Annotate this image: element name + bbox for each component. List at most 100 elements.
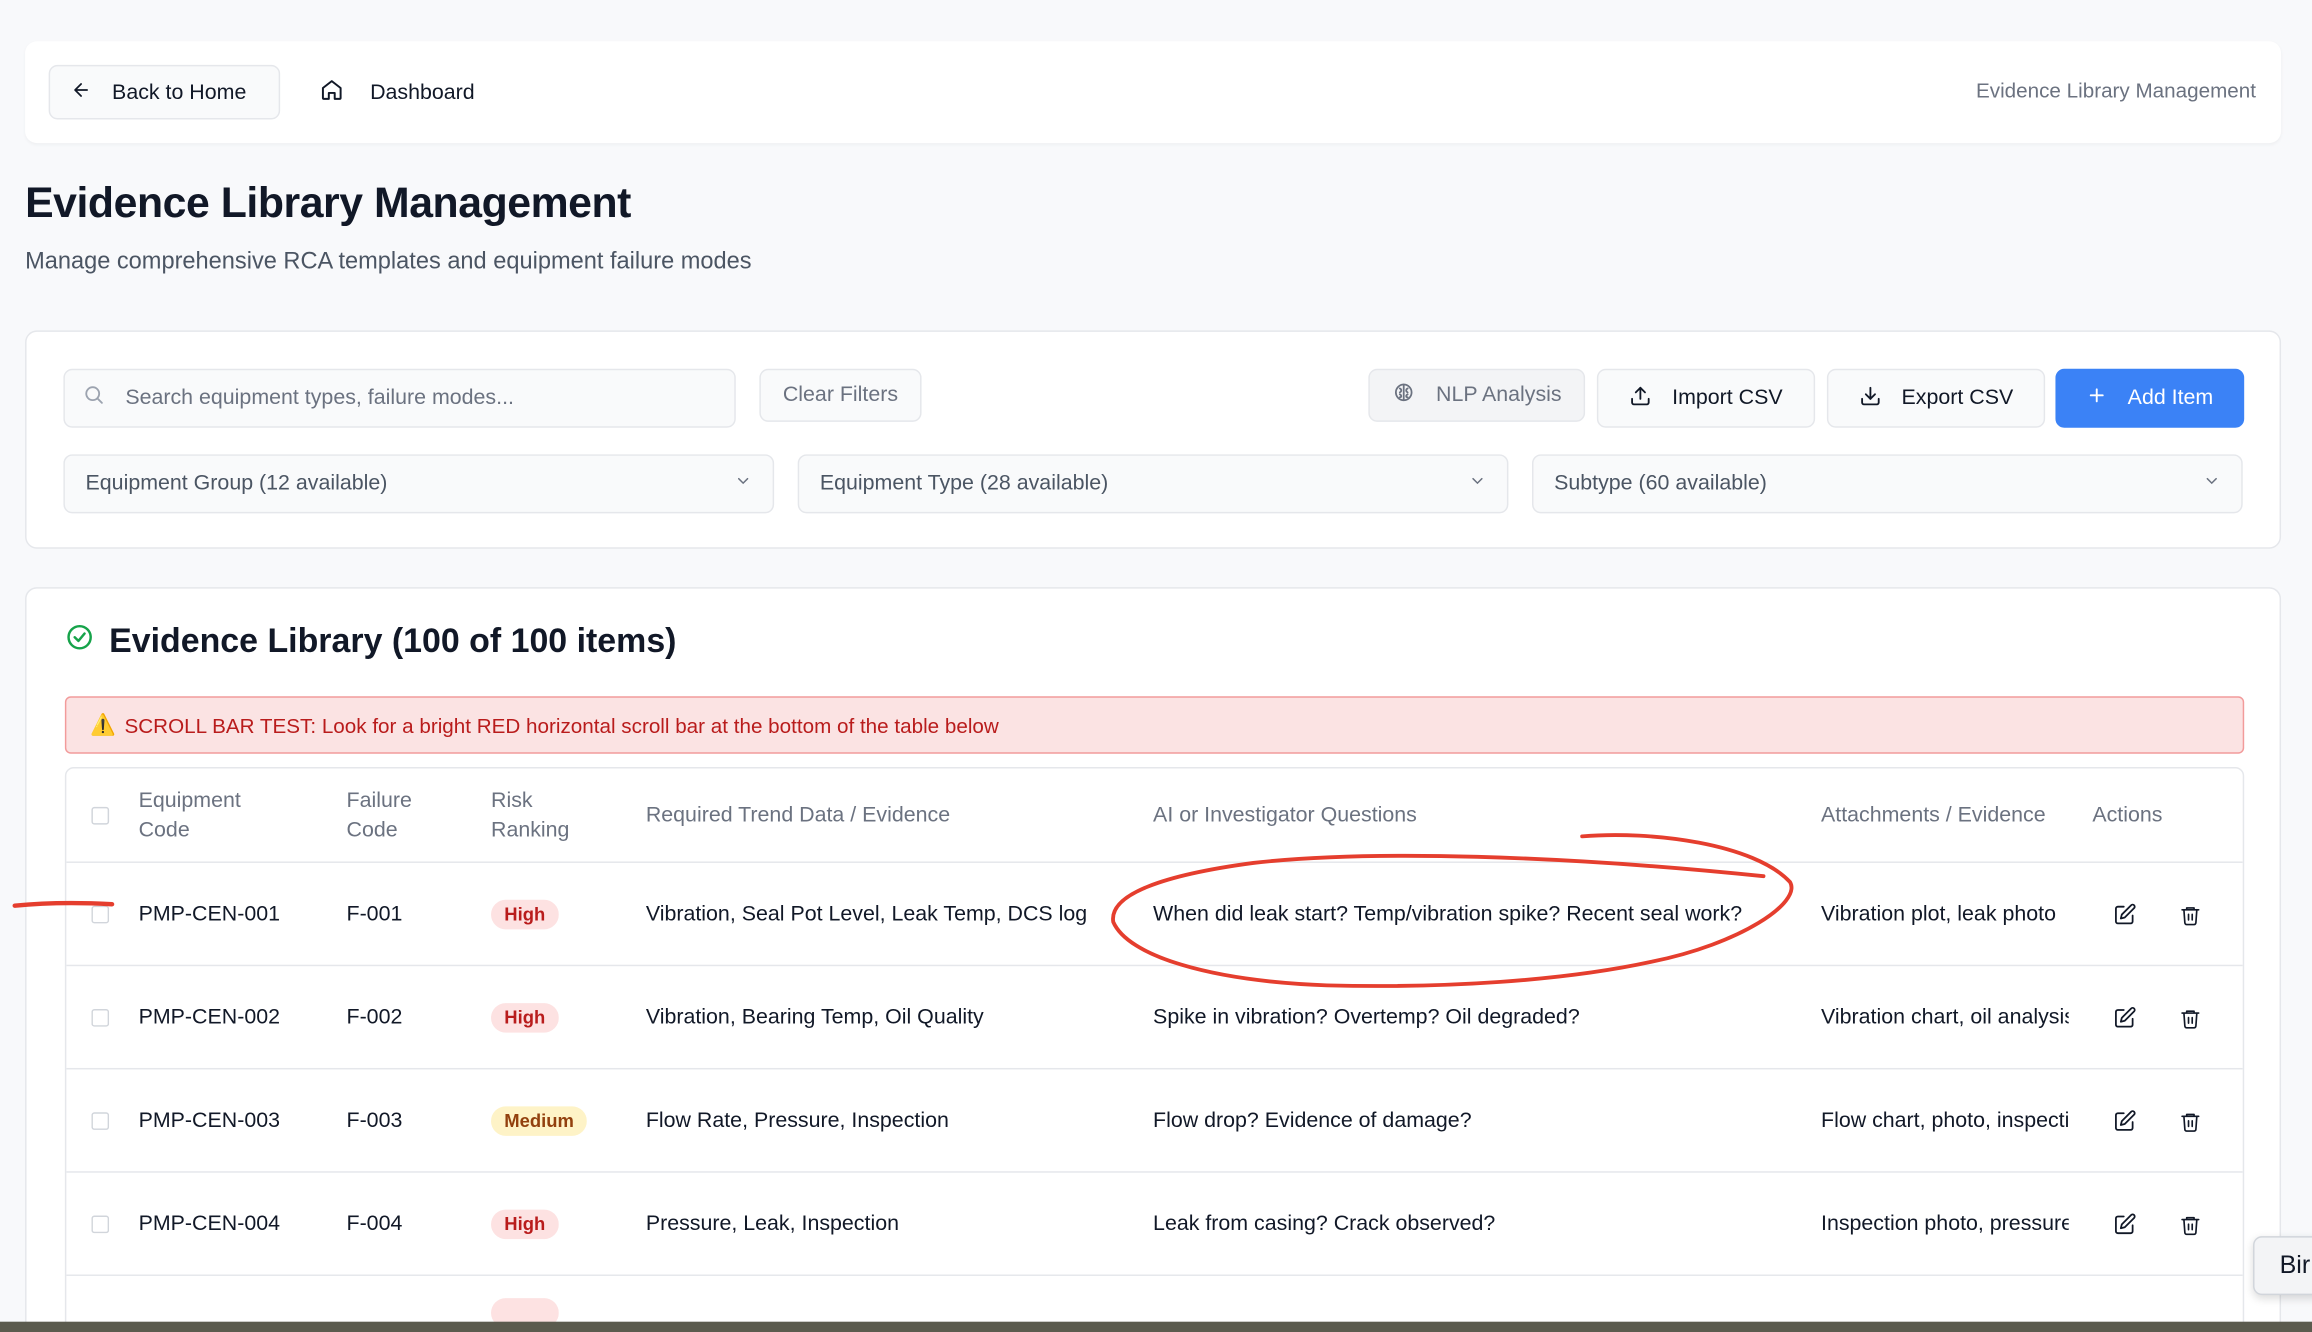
questions-cell: When did leak start? Temp/vibration spik… (1153, 902, 1743, 927)
page-title: Evidence Library Management (25, 179, 631, 228)
failure-code-cell: F-004 (346, 1212, 403, 1237)
attachments-cell: Flow chart, photo, inspection (1821, 1109, 2069, 1133)
arrow-left-icon (71, 79, 92, 106)
questions-cell: Leak from casing? Crack observed? (1153, 1212, 1496, 1237)
equipment-code-cell: PMP-CEN-002 (138, 1006, 280, 1030)
attachments-cell: Vibration chart, oil analysis (1821, 1006, 2069, 1030)
top-nav: Back to Home Dashboard Evidence Library … (25, 41, 2282, 144)
chevron-down-icon (734, 472, 752, 496)
search-box (63, 368, 736, 428)
risk-badge: High (491, 1209, 559, 1240)
dashboard-label: Dashboard (370, 80, 475, 104)
table-row[interactable]: PMP-CEN-004 F-004 High Pressure, Leak, I… (66, 1173, 2243, 1276)
header-failure-code[interactable]: Failure Code (347, 769, 412, 863)
row-checkbox[interactable] (91, 905, 110, 924)
risk-badge: High (491, 899, 559, 930)
select-all-checkbox-cell (91, 769, 110, 863)
library-heading: Evidence Library (100 of 100 items) (65, 621, 677, 661)
row-checkbox[interactable] (91, 1008, 110, 1027)
evidence-library-card: Evidence Library (100 of 100 items) ⚠️ S… (25, 587, 2282, 1332)
filters-card: Clear Filters NLP Analysis Import CSV Ex… (25, 330, 2282, 549)
table-row[interactable]: PMP-CEN-002 F-002 High Vibration, Bearin… (66, 966, 2243, 1070)
evidence-table: Equipment Code Failure Code Risk Ranking… (64, 767, 2245, 1332)
row-checkbox[interactable] (91, 1112, 110, 1130)
header-actions: Actions (2092, 803, 2163, 828)
questions-cell: Flow drop? Evidence of damage? (1153, 1109, 1472, 1133)
window-bottom-edge (0, 1321, 2312, 1332)
brain-icon (1392, 381, 1416, 411)
trash-icon[interactable] (2179, 1173, 2201, 1276)
select-all-checkbox[interactable] (91, 806, 110, 825)
trash-icon[interactable] (2179, 966, 2201, 1069)
row-checkbox-cell (91, 1069, 110, 1172)
alert-text: SCROLL BAR TEST: Look for a bright RED h… (124, 713, 999, 737)
risk-cell: High (491, 966, 559, 1069)
failure-code-cell: F-003 (346, 1109, 403, 1133)
risk-badge: High (491, 1003, 559, 1033)
row-checkbox-cell (91, 863, 110, 966)
attachments-cell: Inspection photo, pressure (1821, 1212, 2069, 1237)
dashboard-link[interactable]: Dashboard (320, 65, 475, 120)
row-checkbox-cell (91, 966, 110, 1069)
risk-badge: Medium (491, 1106, 588, 1136)
chevron-down-icon (2203, 472, 2221, 496)
add-item-button[interactable]: Add Item (2055, 368, 2245, 428)
search-input[interactable] (125, 386, 701, 411)
download-icon (1859, 384, 1881, 412)
equipment-group-select[interactable]: Equipment Group (12 available) (63, 454, 775, 514)
export-csv-label: Export CSV (1901, 386, 2014, 411)
attachments-cell: Vibration plot, leak photo (1821, 902, 2056, 927)
page-subtitle: Manage comprehensive RCA templates and e… (25, 249, 752, 275)
equipment-code-cell: PMP-CEN-003 (138, 1109, 280, 1133)
nlp-analysis-button[interactable]: NLP Analysis (1368, 368, 1586, 422)
add-item-label: Add Item (2127, 386, 2214, 411)
check-circle-icon (65, 621, 94, 661)
header-trend-data[interactable]: Required Trend Data / Evidence (646, 769, 950, 863)
trend-cell: Pressure, Leak, Inspection (645, 1212, 899, 1237)
edit-icon[interactable] (2113, 863, 2137, 966)
library-title: Evidence Library (100 of 100 items) (109, 621, 677, 660)
clear-filters-label: Clear Filters (782, 383, 899, 408)
header-attachments[interactable]: Attachments / Evidence (1821, 769, 2046, 863)
row-checkbox-cell (91, 1173, 110, 1276)
subtype-value: Subtype (60 available) (1554, 472, 1767, 496)
import-csv-label: Import CSV (1672, 386, 1783, 411)
edit-icon[interactable] (2113, 1069, 2137, 1172)
equipment-group-value: Equipment Group (12 available) (85, 472, 388, 496)
row-checkbox[interactable] (91, 1215, 110, 1234)
back-to-home-button[interactable]: Back to Home (48, 64, 281, 120)
table-header: Equipment Code Failure Code Risk Ranking… (66, 769, 2243, 863)
app-root: Back to Home Dashboard Evidence Library … (0, 0, 2312, 1332)
nlp-analysis-label: NLP Analysis (1436, 383, 1562, 408)
warning-icon: ⚠️ (89, 712, 116, 737)
failure-code-cell: F-001 (346, 902, 403, 927)
failure-code-cell: F-002 (346, 1006, 403, 1030)
equipment-type-value: Equipment Type (28 available) (819, 472, 1109, 496)
equipment-type-select[interactable]: Equipment Type (28 available) (797, 454, 1509, 514)
equipment-code-cell: PMP-CEN-004 (138, 1212, 280, 1237)
equipment-code-cell: PMP-CEN-001 (138, 902, 280, 927)
search-icon (83, 384, 105, 414)
import-csv-button[interactable]: Import CSV (1596, 368, 1816, 428)
header-questions[interactable]: AI or Investigator Questions (1153, 769, 1417, 863)
subtype-select[interactable]: Subtype (60 available) (1532, 454, 2243, 514)
chevron-down-icon (1469, 472, 1487, 496)
header-equipment-code[interactable]: Equipment Code (139, 769, 241, 863)
edit-icon[interactable] (2113, 966, 2137, 1069)
trend-cell: Vibration, Bearing Temp, Oil Quality (645, 1006, 984, 1030)
trash-icon[interactable] (2179, 1069, 2201, 1172)
table-row[interactable]: PMP-CEN-003 F-003 Medium Flow Rate, Pres… (66, 1069, 2243, 1173)
header-risk-ranking[interactable]: Risk Ranking (491, 769, 569, 863)
back-to-home-label: Back to Home (112, 80, 247, 104)
export-csv-button[interactable]: Export CSV (1826, 368, 2046, 428)
clear-filters-button[interactable]: Clear Filters (759, 368, 922, 422)
upload-icon (1629, 384, 1651, 412)
edit-icon[interactable] (2113, 1173, 2137, 1276)
table-row[interactable]: PMP-CEN-001 F-001 High Vibration, Seal P… (66, 863, 2243, 967)
tooltip-text: Bir (2279, 1250, 2311, 1279)
breadcrumb: Evidence Library Management (1975, 78, 2256, 102)
trash-icon[interactable] (2179, 863, 2201, 966)
risk-cell: High (491, 863, 559, 966)
plus-icon (2086, 385, 2107, 412)
home-icon (320, 77, 344, 107)
